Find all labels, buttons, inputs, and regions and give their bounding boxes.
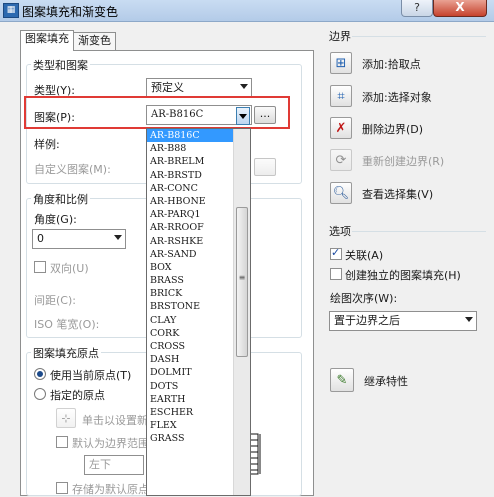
type-pattern-group-title: 类型和图案 bbox=[31, 57, 90, 73]
click-set-origin-button[interactable]: ⊹ bbox=[56, 408, 76, 428]
pattern-list-item[interactable]: AR-RROOF bbox=[147, 221, 234, 234]
add-pick-points-label: 添加:拾取点 bbox=[362, 58, 421, 71]
pattern-list-item[interactable]: AR-BRSTD bbox=[147, 169, 234, 182]
add-pick-points-button[interactable]: ⊞ bbox=[330, 52, 352, 74]
chevron-down-icon bbox=[114, 235, 122, 240]
window-title: 图案填充和渐变色 bbox=[22, 5, 119, 19]
remove-boundaries-button[interactable]: ✗ bbox=[330, 117, 352, 139]
associative-label: 关联(A) bbox=[345, 249, 384, 262]
pattern-list-item[interactable]: AR-BRELM bbox=[147, 155, 234, 168]
inherit-properties-icon: ✎ bbox=[336, 372, 348, 388]
pattern-list-item[interactable]: DOLMIT bbox=[147, 366, 234, 379]
add-select-objects-button[interactable]: ⌗ bbox=[330, 85, 352, 107]
help-button[interactable]: ? bbox=[401, 0, 433, 17]
angle-scale-group-title: 角度和比例 bbox=[31, 191, 90, 207]
pick-origin-icon: ⊹ bbox=[61, 411, 71, 425]
angle-combo[interactable]: 0 bbox=[32, 229, 126, 249]
associative-checkbox[interactable] bbox=[330, 246, 342, 260]
default-extent-checkbox[interactable] bbox=[56, 436, 68, 448]
custom-pattern-browse-button[interactable] bbox=[254, 158, 276, 176]
recreate-boundary-label: 重新创建边界(R) bbox=[362, 155, 445, 168]
draw-order-combo[interactable]: 置于边界之后 bbox=[329, 311, 477, 331]
origin-position-combo[interactable]: 左下 bbox=[84, 455, 144, 475]
close-button[interactable]: X bbox=[433, 0, 487, 17]
iso-pen-width-label: ISO 笔宽(O): bbox=[34, 318, 100, 331]
inherit-properties-button[interactable]: ✎ bbox=[330, 368, 354, 392]
view-selections-label: 查看选择集(V) bbox=[362, 188, 434, 201]
specified-origin-radio[interactable] bbox=[34, 388, 46, 400]
store-default-origin-checkbox[interactable] bbox=[56, 482, 68, 494]
pattern-list-item[interactable]: BRICK bbox=[147, 287, 234, 300]
pattern-list-item[interactable]: CROSS bbox=[147, 340, 234, 353]
pattern-list-item[interactable]: BRASS bbox=[147, 274, 234, 287]
recreate-boundary-icon: ⟳ bbox=[335, 152, 347, 168]
pick-point-icon: ⊞ bbox=[335, 55, 347, 71]
use-current-origin-label: 使用当前原点(T) bbox=[50, 369, 132, 382]
remove-boundaries-label: 删除边界(D) bbox=[362, 123, 424, 136]
pattern-list-item[interactable]: AR-HBONE bbox=[147, 195, 234, 208]
options-group-title: 选项 bbox=[329, 225, 351, 238]
pattern-list-item[interactable]: AR-B816C bbox=[147, 129, 234, 143]
select-objects-icon: ⌗ bbox=[337, 88, 345, 104]
independent-hatches-checkbox[interactable] bbox=[330, 268, 342, 280]
inherit-properties-label: 继承特性 bbox=[364, 375, 408, 388]
pattern-list-item[interactable]: CORK bbox=[147, 327, 234, 340]
pattern-dropdown-list[interactable]: AR-B816C AR-B88 AR-BRELM AR-BRSTD AR-CONC AR-… bbox=[146, 128, 251, 496]
pattern-list-item[interactable]: EARTH bbox=[147, 393, 234, 406]
spacing-label: 间距(C): bbox=[34, 294, 76, 307]
pattern-list-item[interactable]: DASH bbox=[147, 353, 234, 366]
pattern-list-item[interactable]: BOX bbox=[147, 261, 234, 274]
tab-hatch[interactable]: 图案填充 bbox=[20, 30, 74, 51]
boundary-separator bbox=[352, 36, 486, 37]
pattern-list-item[interactable]: AR-PARQ1 bbox=[147, 208, 234, 221]
recreate-boundary-button[interactable]: ⟳ bbox=[330, 149, 352, 171]
view-selection-icon: 🔍︎ bbox=[332, 185, 350, 201]
chevron-down-icon bbox=[465, 317, 473, 322]
pattern-list-item[interactable]: ESCHER bbox=[147, 406, 234, 419]
view-selections-button[interactable]: 🔍︎ bbox=[330, 182, 352, 204]
specified-origin-label: 指定的原点 bbox=[50, 389, 105, 402]
scrollbar-thumb[interactable]: ≡ bbox=[236, 207, 248, 357]
pattern-list-item[interactable]: GRASS bbox=[147, 432, 234, 445]
bidirectional-label: 双向(U) bbox=[50, 262, 89, 275]
pattern-list-item[interactable]: DOTS bbox=[147, 380, 234, 393]
tab-gradient[interactable]: 渐变色 bbox=[73, 32, 116, 50]
type-combo[interactable]: 预定义 bbox=[146, 78, 252, 98]
pattern-highlight-box bbox=[24, 96, 290, 129]
pattern-list-scrollbar[interactable]: ≡ bbox=[233, 129, 250, 495]
options-separator bbox=[352, 231, 486, 232]
pattern-list-item[interactable]: AR-RSHKE bbox=[147, 235, 234, 248]
title-bar: ▦ 图案填充和渐变色 ? X bbox=[0, 0, 494, 22]
bidirectional-checkbox[interactable] bbox=[34, 261, 46, 273]
hatch-origin-group-title: 图案填充原点 bbox=[31, 345, 101, 361]
angle-label: 角度(G): bbox=[34, 213, 77, 226]
custom-pattern-label: 自定义图案(M): bbox=[34, 163, 111, 176]
angle-value: 0 bbox=[37, 232, 44, 245]
pattern-list-item[interactable]: FLEX bbox=[147, 419, 234, 432]
independent-hatches-label: 创建独立的图案填充(H) bbox=[345, 269, 461, 282]
remove-boundary-icon: ✗ bbox=[335, 120, 347, 136]
pattern-list: AR-B816C AR-B88 AR-BRELM AR-BRSTD AR-CONC AR-… bbox=[147, 129, 234, 446]
draw-order-value: 置于边界之后 bbox=[334, 314, 400, 327]
draw-order-label: 绘图次序(W): bbox=[330, 292, 398, 305]
boundary-group-title: 边界 bbox=[329, 30, 351, 43]
pattern-list-item[interactable]: CLAY bbox=[147, 314, 234, 327]
pattern-list-item[interactable]: AR-CONC bbox=[147, 182, 234, 195]
pattern-list-item[interactable]: BRSTONE bbox=[147, 300, 234, 313]
swatch-label: 样例: bbox=[34, 138, 60, 151]
add-select-objects-label: 添加:选择对象 bbox=[362, 91, 432, 104]
type-value: 预定义 bbox=[151, 81, 184, 94]
pattern-list-item[interactable]: AR-SAND bbox=[147, 248, 234, 261]
pattern-list-item[interactable]: AR-B88 bbox=[147, 142, 234, 155]
origin-position-value: 左下 bbox=[89, 458, 111, 471]
hatch-dialog-icon: ▦ bbox=[3, 3, 19, 18]
chevron-down-icon bbox=[240, 84, 248, 89]
use-current-origin-radio[interactable] bbox=[34, 368, 46, 380]
